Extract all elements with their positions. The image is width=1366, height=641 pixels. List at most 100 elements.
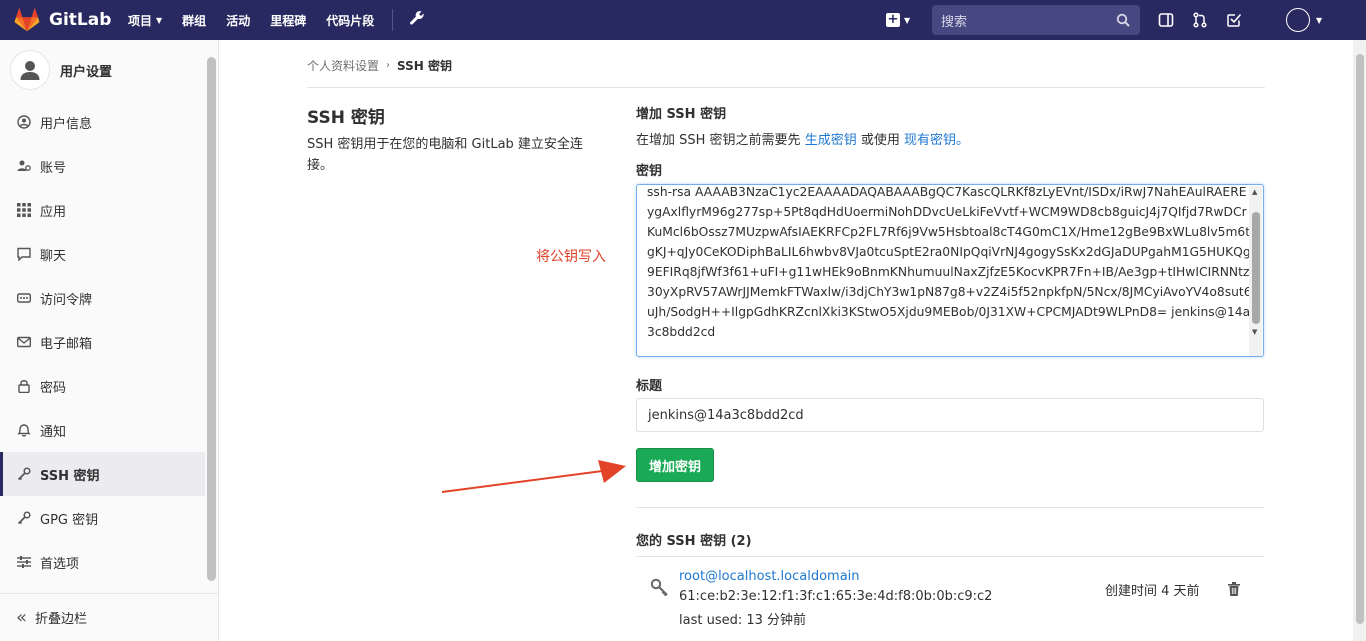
double-chevron-left-icon: « xyxy=(16,607,28,628)
chevron-down-icon: ▼ xyxy=(156,15,163,25)
header-divider xyxy=(307,87,1265,88)
sidebar-item-ssh-keys[interactable]: SSH 密钥 xyxy=(0,452,205,496)
keys-list-divider xyxy=(636,556,1264,557)
breadcrumb-current[interactable]: SSH 密钥 xyxy=(397,57,452,74)
textarea-scrollbar[interactable]: ▲ ▼ xyxy=(1249,186,1262,356)
preferences-icon xyxy=(16,554,32,570)
token-icon xyxy=(16,290,32,306)
collapse-sidebar-label: 折叠边栏 xyxy=(35,612,88,627)
todo-check-icon[interactable] xyxy=(1226,12,1242,28)
chevron-down-icon: ▼ xyxy=(904,15,911,25)
sidebar-item-password[interactable]: 密码 xyxy=(0,364,205,408)
sidebar-item-preferences[interactable]: 首选项 xyxy=(0,540,205,584)
sidebar-item-emails[interactable]: 电子邮箱 xyxy=(0,320,205,364)
plus-square-icon: + xyxy=(886,12,900,27)
sidebar-item-applications[interactable]: 应用 xyxy=(0,188,205,232)
sidebar-item-access-tokens[interactable]: 访问令牌 xyxy=(0,276,205,320)
sidebar-header[interactable]: 用户设置 xyxy=(0,40,218,100)
ssh-key-created: 创建时间 4 天前 xyxy=(1105,584,1200,599)
sidebar-item-gpg-keys[interactable]: GPG 密钥 xyxy=(0,496,205,540)
search-input[interactable]: 搜索 xyxy=(932,5,1140,35)
top-navbar: GitLab 项目 ▼ 群组 活动 里程碑 代码片段 + ▼ 搜索 ▼ xyxy=(0,0,1366,40)
user-avatar-icon xyxy=(1286,8,1310,32)
sidebar-item-chat[interactable]: 聊天 xyxy=(0,232,205,276)
page-title: SSH 密钥 xyxy=(307,108,385,128)
collapse-sidebar-button[interactable]: « 折叠边栏 xyxy=(0,593,219,641)
nav-milestones-label: 里程碑 xyxy=(270,13,307,28)
nav-snippets-label: 代码片段 xyxy=(326,13,375,28)
intro-text: 在增加 SSH 密钥之前需要先 xyxy=(636,133,805,148)
sidebar-item-label: GPG 密钥 xyxy=(40,512,99,528)
applications-icon xyxy=(16,202,32,218)
bell-icon xyxy=(16,422,32,438)
sidebar-item-label: 访问令牌 xyxy=(40,292,93,308)
new-dropdown-button[interactable]: + ▼ xyxy=(886,13,910,27)
nav-divider xyxy=(392,9,394,31)
mail-icon xyxy=(16,334,32,350)
sidebar-item-label: 电子邮箱 xyxy=(40,336,93,352)
wrench-icon[interactable] xyxy=(409,10,425,30)
page-description: SSH 密钥用于在您的电脑和 GitLab 建立安全连接。 xyxy=(307,137,583,173)
sidebar-scrollbar[interactable] xyxy=(207,57,216,581)
generate-key-link[interactable]: 生成密钥 xyxy=(805,133,857,148)
ssh-key-title-link[interactable]: root@localhost.localdomain xyxy=(679,569,860,584)
nav-groups-label: 群组 xyxy=(182,13,207,28)
your-keys-heading: 您的 SSH 密钥 (2) xyxy=(636,534,752,549)
sidebar-item-profile[interactable]: 用户信息 xyxy=(0,100,205,144)
sidebar-item-account[interactable]: 账号 xyxy=(0,144,205,188)
sidebar-item-label: 密码 xyxy=(40,380,67,396)
account-icon xyxy=(16,158,32,174)
key-icon xyxy=(16,466,32,482)
title-input[interactable]: jenkins@14a3c8bdd2cd xyxy=(636,398,1264,432)
nav-activity[interactable]: 活动 xyxy=(226,12,250,29)
sidebar-item-notifications[interactable]: 通知 xyxy=(0,408,205,452)
annotation-arrow-icon xyxy=(441,460,626,493)
user-silhouette-icon xyxy=(20,61,40,80)
brand-name: GitLab xyxy=(49,10,112,30)
key-icon xyxy=(650,578,668,597)
nav-snippets[interactable]: 代码片段 xyxy=(326,12,374,29)
sidebar-panel-icon[interactable] xyxy=(1158,12,1174,28)
existing-key-link[interactable]: 现有密钥。 xyxy=(904,133,969,148)
user-avatar xyxy=(10,50,50,90)
profile-icon xyxy=(16,114,32,130)
trash-icon[interactable] xyxy=(1228,582,1240,596)
sidebar-item-label: 聊天 xyxy=(40,248,67,264)
key-icon xyxy=(16,510,32,526)
scroll-down-icon[interactable]: ▼ xyxy=(1252,328,1257,336)
scroll-up-icon[interactable]: ▲ xyxy=(1252,188,1257,196)
add-key-button[interactable]: 增加密钥 xyxy=(636,448,714,482)
nav-projects[interactable]: 项目 ▼ xyxy=(128,12,162,29)
merge-request-icon[interactable] xyxy=(1192,12,1208,28)
sidebar-item-label: 首选项 xyxy=(40,556,80,572)
keys-divider xyxy=(636,507,1264,508)
ssh-key-last-used: last used: 13 分钟前 xyxy=(679,613,807,628)
page-scrollbar[interactable] xyxy=(1353,40,1366,641)
nav-milestones[interactable]: 里程碑 xyxy=(270,12,306,29)
gitlab-home-link[interactable]: GitLab xyxy=(14,8,114,32)
sidebar-item-label: 账号 xyxy=(40,160,67,176)
nav-groups[interactable]: 群组 xyxy=(182,12,206,29)
gitlab-logo-icon xyxy=(14,8,40,32)
key-textarea-value: ssh-rsa AAAAB3NzaC1yc2EAAAADAQABAAABgQC7… xyxy=(647,185,1252,339)
textarea-scroll-thumb[interactable] xyxy=(1252,212,1260,324)
intro-text-middle: 或使用 xyxy=(856,133,904,148)
settings-sidebar: 用户设置 用户信息 账号 应用 聊天 访问令牌 电子邮箱 密码 通知 SSH 密… xyxy=(0,40,219,641)
breadcrumb: 个人资料设置 › SSH 密钥 xyxy=(307,57,452,74)
search-placeholder: 搜索 xyxy=(941,14,968,30)
sidebar-item-label: SSH 密钥 xyxy=(40,468,100,484)
breadcrumb-parent-link[interactable]: 个人资料设置 xyxy=(307,57,379,74)
key-textarea[interactable]: ssh-rsa AAAAB3NzaC1yc2EAAAADAQABAAABgQC7… xyxy=(636,184,1264,357)
sidebar-title: 用户设置 xyxy=(60,64,113,80)
chevron-right-icon: › xyxy=(386,60,391,71)
title-label: 标题 xyxy=(636,379,663,394)
chevron-down-icon: ▼ xyxy=(1316,15,1323,25)
add-key-heading: 增加 SSH 密钥 xyxy=(636,107,727,122)
nav-projects-label: 项目 xyxy=(128,13,153,28)
chat-icon xyxy=(16,246,32,262)
user-menu-button[interactable]: ▼ xyxy=(1286,8,1322,32)
page-scroll-thumb[interactable] xyxy=(1356,54,1364,624)
add-key-intro: 在增加 SSH 密钥之前需要先 生成密钥 或使用 现有密钥。 xyxy=(636,129,969,148)
lock-icon xyxy=(16,378,32,394)
key-label: 密钥 xyxy=(636,164,663,179)
